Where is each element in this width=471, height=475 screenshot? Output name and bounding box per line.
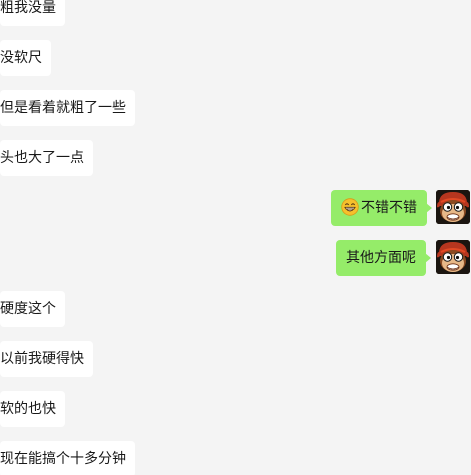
message-text: 不错不错 [361,200,417,216]
message-text: 以前我硬得快 [0,351,84,367]
chat-message-pane[interactable]: 粗我没量 没软尺 但是看着就粗了一些 头也大了一点 不错不错 其他方面呢 硬度这… [0,0,471,475]
my-avatar[interactable] [436,240,470,274]
grin-emoji-icon [341,198,359,216]
my-avatar[interactable] [436,190,470,224]
message-text: 硬度这个 [0,301,56,317]
incoming-message-bubble[interactable]: 现在能搞个十多分钟 [0,441,135,475]
incoming-message-bubble[interactable]: 头也大了一点 [0,140,93,176]
incoming-message-bubble[interactable]: 以前我硬得快 [0,341,93,377]
message-text: 其他方面呢 [346,250,416,266]
monkey-avatar-icon [436,190,470,224]
message-text: 现在能搞个十多分钟 [0,451,126,467]
message-text: 软的也快 [0,401,56,417]
incoming-message-bubble[interactable]: 软的也快 [0,391,65,427]
incoming-message-bubble[interactable]: 硬度这个 [0,291,65,327]
monkey-avatar-icon [436,240,470,274]
incoming-message-bubble[interactable]: 粗我没量 [0,0,65,26]
message-text: 但是看着就粗了一些 [0,100,126,116]
incoming-message-bubble[interactable]: 没软尺 [0,40,51,76]
incoming-message-bubble[interactable]: 但是看着就粗了一些 [0,90,135,126]
message-text: 头也大了一点 [0,150,84,166]
message-text: 粗我没量 [0,0,56,16]
outgoing-message-bubble[interactable]: 其他方面呢 [336,240,431,276]
message-text: 没软尺 [0,50,42,66]
outgoing-message-bubble[interactable]: 不错不错 [331,190,432,226]
